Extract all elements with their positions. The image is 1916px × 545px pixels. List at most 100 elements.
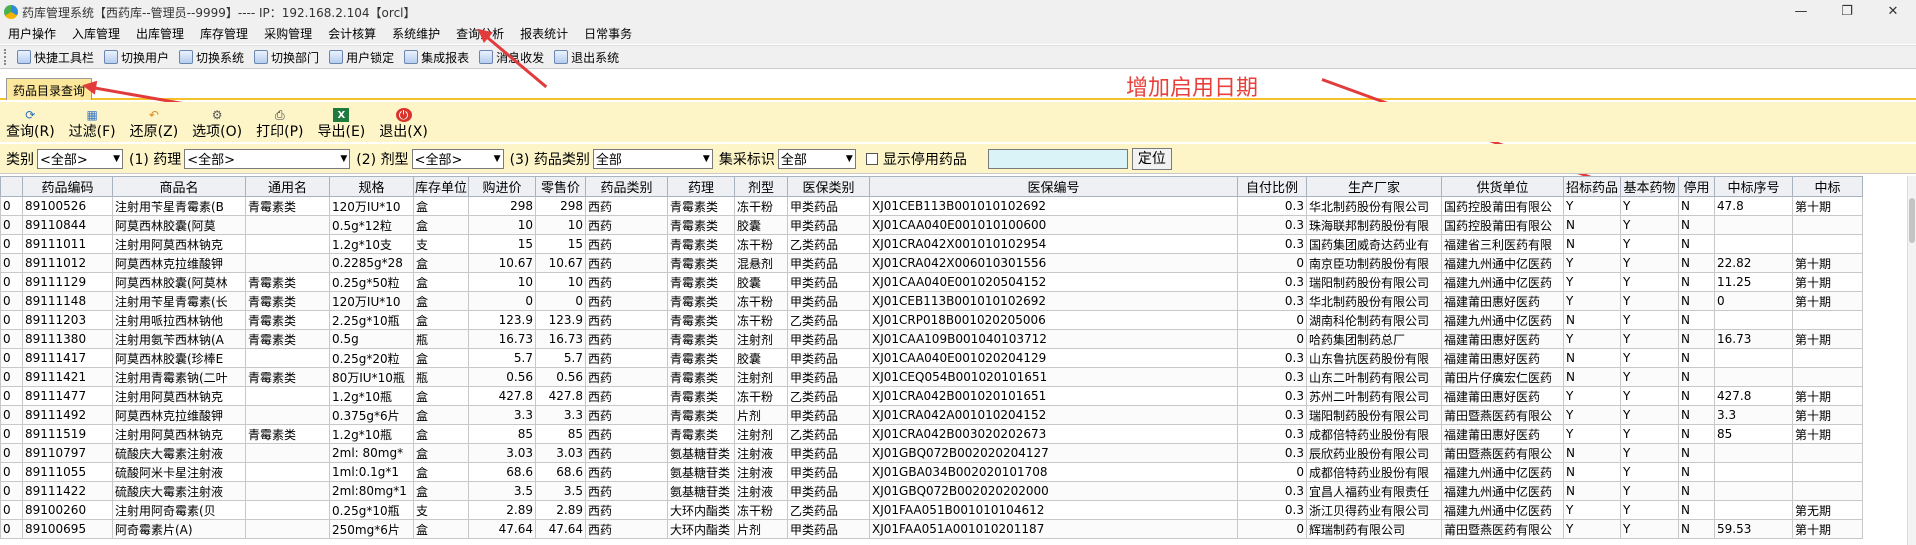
column-header[interactable]: 基本药物	[1620, 176, 1680, 197]
menu-user-ops[interactable]: 用户操作	[0, 24, 64, 44]
vertical-scrollbar[interactable]	[1907, 176, 1916, 545]
table-row[interactable]: 0 89111417 阿莫西林胶囊(珍棒E 0.25g*20粒盒 5.7 5.7 西药 青霉素…	[0, 348, 1864, 368]
column-header[interactable]: 药理	[667, 176, 736, 197]
column-header[interactable]: 购进价	[468, 176, 537, 197]
table-row[interactable]: 0 89111477 注射用阿莫西林钠克 1.2g*10瓶盒 427.8 427.8 西药青…	[0, 386, 1864, 406]
table-row[interactable]: 0 89111421 注射用青霉素钠(二叶 青霉素类 80万IU*10瓶瓶 0.56 0.5…	[0, 367, 1864, 387]
column-header[interactable]: 招标药品	[1563, 176, 1622, 197]
pharmacology-select[interactable]: <全部> ▼	[184, 148, 351, 169]
switch-system-button[interactable]: 切换系统	[174, 46, 249, 68]
print-button[interactable]: ⎙ 打印(P)	[256, 108, 303, 142]
table-cell: 浙江贝得药业有限公司	[1306, 500, 1443, 520]
column-header[interactable]: 自付比例	[1237, 176, 1308, 197]
restore-button[interactable]: ↶ 还原(Z)	[130, 108, 179, 142]
drug-type-select[interactable]: 全部 ▼	[592, 148, 713, 169]
table-row[interactable]: 0 89110844 阿莫西林胶囊(阿莫 0.5g*12粒盒 10 10 西药 青霉素类 胶囊甲…	[0, 215, 1864, 235]
table-row[interactable]: 0 89111148 注射用苄星青霉素(长 青霉素类 120万IU*10 盒 0 0 西药 青霉素…	[0, 291, 1864, 311]
table-cell: 胶囊	[734, 215, 789, 235]
column-header[interactable]: 规格	[329, 176, 414, 197]
table-cell: 89111012	[22, 253, 113, 273]
table-cell: Y	[1620, 234, 1680, 254]
minimize-icon[interactable]: —	[1778, 0, 1824, 24]
table-cell: 青霉素类	[667, 424, 736, 444]
menu-reports[interactable]: 报表统计	[512, 24, 576, 44]
menu-inventory[interactable]: 库存管理	[192, 24, 256, 44]
table-cell: 16.73	[1714, 329, 1794, 349]
table-cell: 青霉素类	[667, 291, 736, 311]
menu-inbound[interactable]: 入库管理	[64, 24, 128, 44]
switch-user-button[interactable]: 切换用户	[99, 46, 174, 68]
table-cell: XJ01CRA042B001020101651	[869, 386, 1239, 406]
table-row[interactable]: 0 89111055 硫酸阿米卡星注射液 1ml:0.1g*1 盒 68.6 68.6 西药氨…	[0, 462, 1864, 482]
table-row[interactable]: 0 89111492 阿莫西林克拉维酸钾 0.375g*6片盒 3.3 3.3 西药 青霉素类…	[0, 405, 1864, 425]
table-row[interactable]: 0 89111011 注射用阿莫西林钠克 1.2g*10支支 15 15 西药 青霉素类 冻干粉…	[0, 234, 1864, 254]
toolbar-grip[interactable]	[4, 49, 8, 65]
user-lock-button[interactable]: 用户锁定	[324, 46, 399, 68]
window-controls: — ❐ ✕	[1778, 0, 1916, 24]
column-header[interactable]: 停用	[1678, 176, 1716, 197]
refresh-icon: ⟳	[25, 108, 36, 122]
menu-system[interactable]: 系统维护	[384, 24, 448, 44]
report-button[interactable]: 集成报表	[399, 46, 474, 68]
table-row[interactable]: 0 89111380 注射用氨苄西林钠(A 青霉素类 0.5g 瓶 16.73 16.73 西药…	[0, 329, 1864, 349]
menu-purchase[interactable]: 采购管理	[256, 24, 320, 44]
table-cell: 福建九州通中亿医药	[1441, 481, 1565, 501]
column-header[interactable]: 库存单位	[412, 176, 470, 197]
restore-icon[interactable]: ❐	[1824, 0, 1870, 24]
column-header[interactable]: 医保类别	[787, 176, 871, 197]
tab-drug-catalog-query[interactable]: 药品目录查询	[6, 78, 93, 100]
table-row[interactable]: 0 89111129 阿莫西林胶囊(阿莫林 青霉素类 0.25g*50粒盒 10 10 西药青…	[0, 272, 1864, 292]
table-cell: 西药	[585, 291, 669, 311]
table-row[interactable]: 0 89110797 硫酸庆大霉素注射液 2ml: 80mg* 盒 3.03 3.03 西药氨…	[0, 443, 1864, 463]
exit-system-button[interactable]: 退出系统	[549, 46, 624, 68]
switch-dept-button[interactable]: 切换部门	[249, 46, 324, 68]
toolbar-label: 用户锁定	[346, 50, 395, 65]
close-icon[interactable]: ✕	[1870, 0, 1916, 24]
table-cell: 福建九州通中亿医药	[1441, 253, 1565, 273]
column-header[interactable]: 医保编号	[869, 176, 1239, 197]
table-row[interactable]: 0 89111519 注射用阿莫西林钠克 青霉素类 1.2g*10瓶盒 85 85 西药 青霉素…	[0, 424, 1864, 444]
column-header[interactable]: 剂型	[734, 176, 789, 197]
table-row[interactable]: 0 89111012 阿莫西林克拉维酸钾 0.2285g*28 盒 10.67 10.67 西…	[0, 253, 1864, 273]
purchase-select[interactable]: 全部 ▼	[777, 148, 856, 169]
column-header[interactable]: 商品名	[112, 176, 246, 197]
column-header[interactable]: 生产厂家	[1306, 176, 1443, 197]
menu-accounting[interactable]: 会计核算	[320, 24, 384, 44]
category-select[interactable]: <全部> ▼	[37, 148, 123, 169]
filter-button[interactable]: ▦ 过滤(F)	[69, 108, 116, 142]
options-button[interactable]: ⚙ 选项(O)	[192, 108, 242, 142]
locate-button[interactable]: 定位	[1131, 147, 1172, 170]
column-header[interactable]	[0, 176, 23, 197]
switch-user-icon	[104, 50, 119, 64]
column-header[interactable]: 药品编码	[22, 176, 113, 197]
table-row[interactable]: 0 89100526 注射用苄星青霉素(B 青霉素类 120万IU*10 盒 298 298 西…	[0, 196, 1864, 216]
table-cell: 3.03	[468, 443, 537, 463]
table-row[interactable]: 0 89111422 硫酸庆大霉素注射液 2ml:80mg*1 盒 3.5 3.5 西药 氨基糖…	[0, 481, 1864, 501]
table-row[interactable]: 0 89100695 阿奇霉素片(A) 250mg*6片盒 47.64 47.64 西药 大环…	[0, 519, 1864, 539]
export-button[interactable]: X 导出(E)	[317, 108, 365, 142]
table-cell: 盒	[412, 291, 470, 311]
dosage-select[interactable]: <全部> ▼	[411, 148, 504, 169]
column-header[interactable]: 药品类别	[585, 176, 669, 197]
toolbar-quick-button[interactable]: 快捷工具栏	[12, 46, 99, 68]
column-header[interactable]: 零售价	[535, 176, 587, 197]
table-cell: 阿奇霉素片(A)	[112, 519, 246, 539]
table-cell: 西药	[585, 196, 669, 216]
query-button[interactable]: ⟳ 查询(R)	[6, 108, 55, 142]
show-disabled-checkbox[interactable]	[865, 152, 878, 165]
column-header[interactable]: 中标序号	[1714, 176, 1794, 197]
toolbar-label: 退出系统	[571, 50, 620, 65]
menu-daily[interactable]: 日常事务	[576, 24, 640, 44]
column-header[interactable]: 供货单位	[1441, 176, 1565, 197]
table-cell: XJ01CRA042B003020202673	[869, 424, 1239, 444]
scroll-thumb[interactable]	[1909, 198, 1915, 243]
menu-outbound[interactable]: 出库管理	[128, 24, 192, 44]
column-header[interactable]: 中标	[1792, 176, 1864, 197]
locate-input[interactable]	[987, 148, 1128, 169]
table-cell: 西药	[585, 424, 669, 444]
exit-button[interactable]: ⏻ 退出(X)	[379, 108, 428, 142]
table-cell: 85	[535, 424, 587, 444]
column-header[interactable]: 通用名	[245, 176, 330, 197]
table-row[interactable]: 0 89111203 注射用哌拉西林钠他 青霉素类 2.25g*10瓶盒 123.9 123…	[0, 310, 1864, 330]
table-row[interactable]: 0 89100260 注射用阿奇霉素(贝 0.25g*10瓶支 2.89 2.89 西药 大环…	[0, 500, 1864, 520]
